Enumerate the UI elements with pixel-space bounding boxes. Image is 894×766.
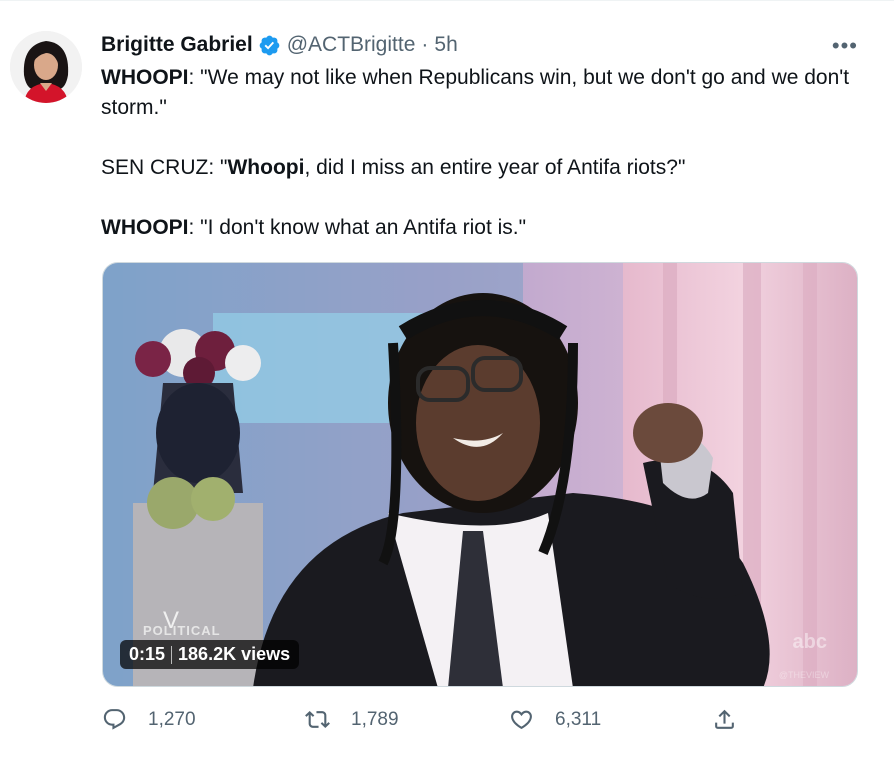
share-icon bbox=[715, 709, 734, 729]
political-brand-logo: V POLITICAL bbox=[143, 607, 221, 638]
retweet-button[interactable]: 1,789 bbox=[305, 707, 399, 732]
video-views: 186.2K views bbox=[178, 644, 291, 664]
tweet-actions: 1,270 1,789 6,311 bbox=[100, 707, 760, 739]
reply-count: 1,270 bbox=[148, 708, 196, 730]
video-duration: 0:15 bbox=[129, 644, 166, 664]
retweet-count: 1,789 bbox=[351, 708, 399, 730]
video-player[interactable]: V POLITICAL 0:15 186.2K views abc @THEVI… bbox=[102, 262, 858, 687]
heart-icon bbox=[511, 710, 532, 730]
reply-button[interactable]: 1,270 bbox=[102, 707, 196, 732]
verified-badge-icon bbox=[259, 35, 280, 55]
tweet-line-3: WHOOPI: "I don't know what an Antifa rio… bbox=[101, 216, 527, 239]
tweet-card[interactable]: Brigitte Gabriel @ACTBrigitte · 5h ••• W… bbox=[0, 0, 894, 766]
share-button[interactable] bbox=[712, 707, 737, 732]
network-handle: @THEVIEW bbox=[778, 670, 829, 680]
more-options-icon[interactable]: ••• bbox=[832, 33, 858, 59]
retweet-icon bbox=[305, 711, 330, 728]
separator-dot: · bbox=[421, 33, 429, 56]
bold-name: Whoopi bbox=[227, 156, 305, 179]
speaker-label: WHOOPI bbox=[101, 66, 189, 89]
author-handle[interactable]: @ACTBrigitte bbox=[287, 33, 416, 57]
tweet-text: WHOOPI: "We may not like when Republican… bbox=[101, 63, 861, 243]
author-name[interactable]: Brigitte Gabriel bbox=[101, 33, 253, 57]
network-logo: abc bbox=[792, 631, 827, 653]
video-duration-badge: 0:15 186.2K views bbox=[120, 640, 300, 669]
tweet-line-2: SEN CRUZ: "Whoopi, did I miss an entire … bbox=[101, 156, 686, 179]
like-button[interactable]: 6,311 bbox=[509, 707, 601, 732]
timestamp[interactable]: 5h bbox=[434, 33, 457, 57]
like-count: 6,311 bbox=[555, 708, 602, 730]
avatar[interactable] bbox=[10, 31, 82, 103]
reply-icon bbox=[103, 709, 126, 730]
tweet-header: Brigitte Gabriel @ACTBrigitte · 5h bbox=[101, 31, 458, 59]
speaker-label: WHOOPI bbox=[101, 216, 189, 239]
tweet-line-1: WHOOPI: "We may not like when Republican… bbox=[101, 66, 850, 119]
